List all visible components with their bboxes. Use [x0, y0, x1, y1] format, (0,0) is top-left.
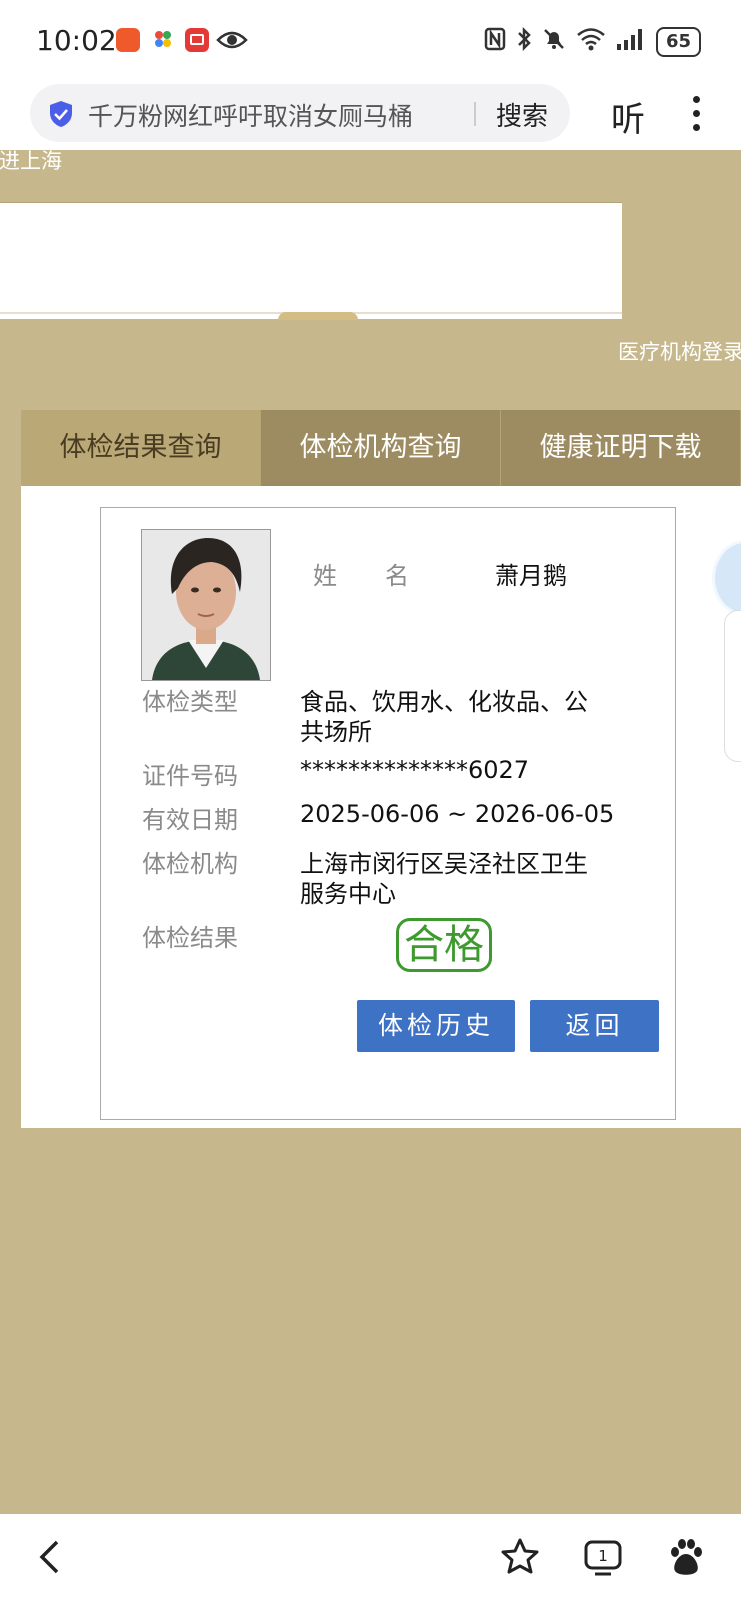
result-label: 体检结果 — [142, 924, 238, 952]
browser-toolbar: 千万粉网红呼吁取消女厕马桶 搜索 听 — [0, 82, 741, 150]
system-status-icons: 65 — [484, 26, 701, 57]
search-divider — [474, 102, 476, 126]
search-query-text[interactable]: 千万粉网红呼吁取消女厕马桶 — [88, 97, 413, 133]
wifi-icon — [576, 27, 606, 56]
search-button[interactable]: 搜索 — [496, 96, 548, 133]
tabs-count-icon[interactable]: 1 — [582, 1536, 624, 1578]
id-number-label: 证件号码 — [142, 762, 238, 790]
exam-history-button[interactable]: 体检历史 — [357, 1000, 515, 1052]
banner-white-block — [0, 203, 622, 319]
app-badge-icon — [116, 28, 140, 52]
exam-type-label: 体检类型 — [142, 688, 238, 716]
institution-value-line2: 服务中心 — [300, 880, 396, 908]
app-red-icon — [185, 28, 209, 52]
status-bar: 10:02 65 — [0, 0, 741, 82]
listen-button[interactable]: 听 — [611, 92, 645, 141]
id-photo — [141, 529, 271, 681]
qualified-stamp: 合格 — [396, 918, 492, 972]
valid-date-label: 有效日期 — [142, 806, 238, 834]
banner-pill — [278, 312, 358, 320]
bottom-navigation: 1 — [0, 1514, 741, 1600]
banner-text: 走进上海 — [0, 149, 62, 173]
search-box[interactable]: 千万粉网红呼吁取消女厕马桶 搜索 — [30, 84, 570, 142]
svg-text:1: 1 — [598, 1547, 608, 1565]
clock: 10:02 — [36, 24, 117, 57]
id-number-value: **************6027 — [300, 756, 530, 784]
app-pinwheel-icon — [150, 26, 176, 52]
back-arrow-icon[interactable] — [30, 1536, 72, 1578]
floating-side-panel — [724, 610, 741, 762]
exam-type-value-line2: 共场所 — [300, 718, 372, 746]
tab-bar: 体检结果查询 体检机构查询 健康证明下载 — [21, 410, 741, 486]
institution-label: 体检机构 — [142, 850, 238, 878]
valid-date-value: 2025-06-06 ~ 2026-06-05 — [300, 800, 615, 828]
eye-icon — [216, 28, 248, 52]
bluetooth-icon — [516, 26, 532, 57]
tab-result-query[interactable]: 体检结果查询 — [21, 410, 261, 486]
nfc-icon — [484, 27, 506, 56]
tab-institution-query[interactable]: 体检机构查询 — [261, 410, 501, 486]
more-menu-icon[interactable] — [690, 94, 702, 134]
bookmark-star-icon[interactable] — [499, 1536, 541, 1578]
back-button[interactable]: 返回 — [530, 1000, 659, 1052]
banner-strip — [0, 150, 622, 203]
signal-icon — [616, 27, 646, 56]
name-label: 姓 名 — [313, 562, 409, 590]
baidu-paw-icon[interactable] — [665, 1536, 707, 1578]
shield-icon — [48, 100, 74, 128]
tab-certificate-download[interactable]: 健康证明下载 — [501, 410, 741, 486]
mute-icon — [542, 27, 566, 56]
banner-right-strip — [622, 150, 741, 320]
battery-icon: 65 — [655, 26, 701, 57]
institution-login-link[interactable]: 医疗机构登录 — [618, 336, 741, 366]
name-value: 萧月鹅 — [495, 562, 567, 590]
